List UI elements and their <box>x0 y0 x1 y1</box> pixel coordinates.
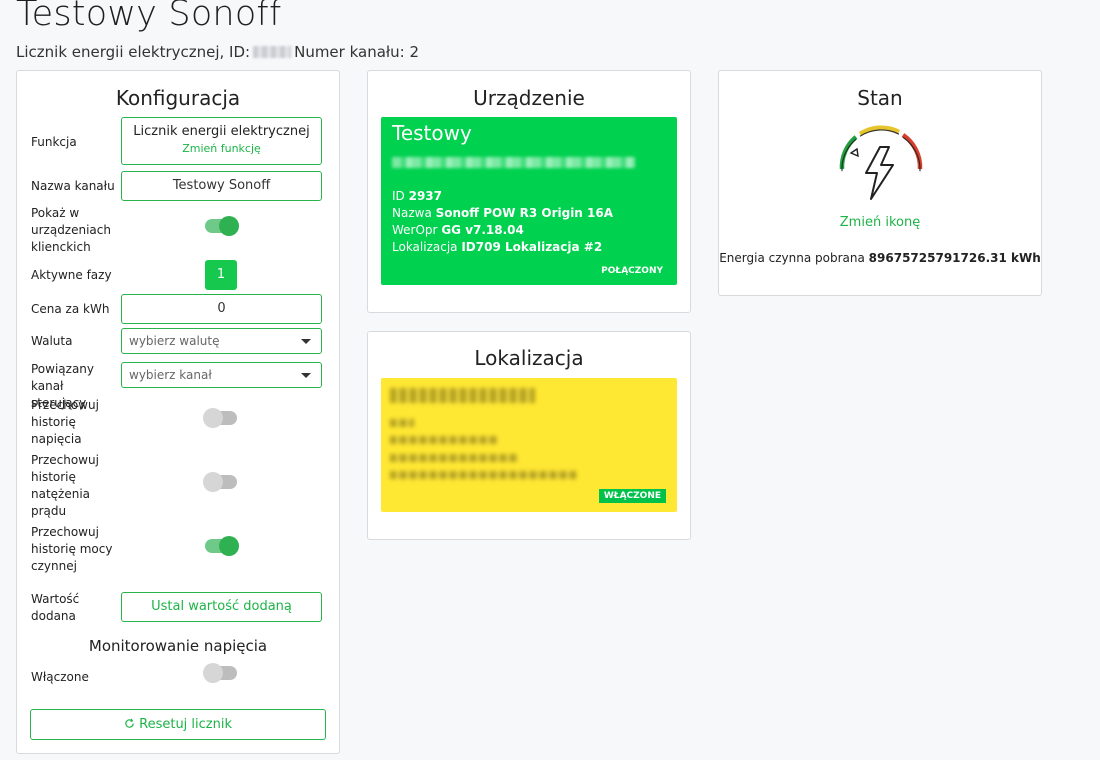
function-button[interactable]: Licznik energii elektrycznej Zmień funkc… <box>121 117 322 165</box>
related-channel-select[interactable]: wybierz kanał <box>121 362 322 388</box>
store-voltage-row: Przechowuj historię napięcia <box>31 397 327 449</box>
show-in-clients-row: Pokaż w urządzeniach klienckich <box>31 205 327 257</box>
device-name: Testowy <box>392 121 472 145</box>
state-title: Stan <box>857 86 903 110</box>
added-value-button[interactable]: Ustal wartość dodaną <box>121 592 322 622</box>
change-icon-link[interactable]: Zmień ikonę <box>719 215 1041 230</box>
voltage-enabled-toggle[interactable] <box>203 663 237 683</box>
device-model-line: Nazwa Sonoff POW R3 Origin 16A <box>392 206 614 220</box>
energy-gauge-icon <box>839 125 923 200</box>
added-value-row: Wartość dodana Ustal wartość dodaną <box>31 591 327 625</box>
location-tile[interactable]: WŁĄCZONE <box>381 378 677 512</box>
energy-readout: Energia czynna pobrana 89675725791726.31… <box>719 251 1041 265</box>
related-channel-placeholder: wybierz kanał <box>129 368 212 382</box>
function-value: Licznik energii elektrycznej <box>133 124 310 139</box>
subtitle-channel-number: Numer kanału: 2 <box>294 43 420 61</box>
location-enabled-badge: WŁĄCZONE <box>598 489 666 503</box>
store-power-row: Przechowuj historię mocy czynnej <box>31 524 327 576</box>
active-phases-label: Aktywne fazy <box>31 268 112 282</box>
price-label: Cena za kWh <box>31 302 110 316</box>
channel-name-label: Nazwa kanału <box>31 179 115 193</box>
config-title: Konfiguracja <box>115 86 241 110</box>
state-card: Stan Zmień ikonę Energia czynna pobrana … <box>718 70 1042 296</box>
device-title: Urządzenie <box>473 86 585 110</box>
page-title: Testowy Sonoff <box>16 0 282 34</box>
price-input[interactable]: 0 <box>121 294 322 324</box>
toggle-knob <box>203 472 223 492</box>
blurred-location-detail <box>390 454 518 462</box>
reset-counter-label: Resetuj licznik <box>139 717 232 732</box>
store-power-toggle[interactable] <box>205 536 239 556</box>
currency-label: Waluta <box>31 334 73 348</box>
subtitle-function: Licznik energii elektrycznej, ID: <box>16 43 251 61</box>
blurred-location-id <box>390 419 414 427</box>
show-in-clients-toggle[interactable] <box>205 216 239 236</box>
currency-row: Waluta wybierz walutę <box>31 328 327 354</box>
currency-placeholder: wybierz walutę <box>129 334 220 348</box>
related-channel-row: Powiązany kanał sterujący wybierz kanał <box>31 361 327 410</box>
store-power-label: Przechowuj historię mocy czynnej <box>31 525 113 573</box>
channel-name-row: Nazwa kanału Testowy Sonoff <box>31 171 327 201</box>
added-value-label: Wartość dodana <box>31 592 80 623</box>
voltage-enabled-label: Włączone <box>31 670 89 684</box>
chevron-down-icon <box>301 373 311 378</box>
chevron-down-icon <box>301 339 311 344</box>
device-card: Urządzenie Testowy ID 2937 Nazwa Sonoff … <box>367 70 691 313</box>
location-card: Lokalizacja WŁĄCZONE <box>367 331 691 540</box>
function-label: Funkcja <box>31 135 77 149</box>
blurred-device-detail <box>392 157 635 168</box>
location-title: Lokalizacja <box>474 346 584 370</box>
toggle-knob <box>203 408 223 428</box>
toggle-knob <box>219 216 239 236</box>
config-card: Konfiguracja Funkcja Licznik energii ele… <box>16 70 340 754</box>
blurred-location-detail <box>390 471 577 479</box>
connection-status-badge: POŁĄCZONY <box>601 266 663 276</box>
voltage-enabled-row: Włączone <box>31 663 327 689</box>
channel-name-input[interactable]: Testowy Sonoff <box>121 171 322 201</box>
change-function-link[interactable]: Zmień funkcję <box>122 142 321 155</box>
store-current-toggle[interactable] <box>203 472 237 492</box>
reset-counter-button[interactable]: Resetuj licznik <box>30 709 326 740</box>
toggle-knob <box>219 536 239 556</box>
store-current-label: Przechowuj historię natężenia prądu <box>31 453 99 518</box>
store-current-row: Przechowuj historię natężenia prądu <box>31 452 327 522</box>
device-location-line: Lokalizacja ID709 Lokalizacja #2 <box>392 240 603 254</box>
device-tile[interactable]: Testowy ID 2937 Nazwa Sonoff POW R3 Orig… <box>381 117 677 285</box>
voltage-monitoring-title: Monitorowanie napięcia <box>88 637 268 655</box>
page-subtitle: Licznik energii elektrycznej, ID: Numer k… <box>16 43 419 61</box>
toggle-knob <box>203 663 223 683</box>
show-in-clients-label: Pokaż w urządzeniach klienckich <box>31 206 111 254</box>
blurred-location-detail <box>390 436 498 444</box>
store-voltage-label: Przechowuj historię napięcia <box>31 398 99 446</box>
reset-icon <box>125 718 134 728</box>
device-id-line: ID 2937 <box>392 189 443 203</box>
blurred-id <box>253 46 292 58</box>
store-voltage-toggle[interactable] <box>203 408 237 428</box>
price-row: Cena za kWh 0 <box>31 294 327 324</box>
function-row: Funkcja Licznik energii elektrycznej Zmi… <box>31 117 327 167</box>
device-firmware-line: WerOpr GG v7.18.04 <box>392 223 524 237</box>
phase-1-button[interactable]: 1 <box>205 260 237 290</box>
currency-select[interactable]: wybierz walutę <box>121 328 322 354</box>
active-phases-row: Aktywne fazy 1 <box>31 260 327 290</box>
blurred-location-name <box>390 388 535 403</box>
